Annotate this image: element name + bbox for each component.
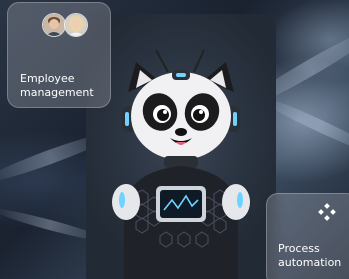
avatar-woman: [64, 13, 88, 37]
puzzle-nodes-icon: [318, 203, 336, 221]
hero-scene: Employee management Process automation: [0, 0, 349, 279]
process-automation-card[interactable]: Process automation: [266, 193, 349, 279]
robot-panel: [86, 14, 276, 279]
employee-management-card[interactable]: Employee management: [7, 2, 111, 108]
employee-management-label: Employee management: [20, 72, 94, 99]
process-automation-label: Process automation: [278, 242, 342, 269]
panda-robot-illustration: [112, 49, 250, 279]
avatar-man: [42, 13, 66, 37]
